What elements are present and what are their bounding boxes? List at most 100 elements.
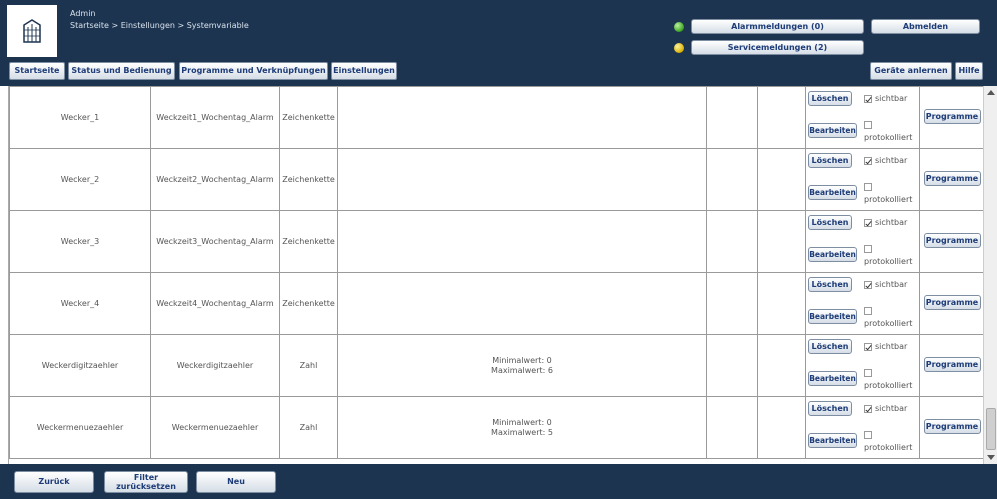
- service-messages-button[interactable]: Servicemeldungen (2): [691, 40, 864, 55]
- empty-cell: [706, 396, 758, 459]
- programs-cell: Programme: [919, 148, 983, 211]
- programs-cell: Programme: [919, 210, 983, 273]
- system-variable-table: Wecker_1 Weckzeit1_Wochentag_Alarm Zeichen…: [9, 86, 983, 459]
- delete-button[interactable]: Löschen: [808, 153, 852, 168]
- logged-label: protokolliert: [864, 195, 913, 204]
- programs-cell: Programme: [919, 396, 983, 459]
- variable-min-value: Minimalwert: 0: [492, 417, 552, 427]
- user-name: Admin: [70, 9, 96, 18]
- variable-name: Weckermenuezaehler: [9, 396, 151, 459]
- programs-cell: Programme: [919, 272, 983, 335]
- variable-type: Zeichenkette: [279, 148, 338, 211]
- logged-checkbox[interactable]: [864, 183, 872, 191]
- empty-cell: [757, 272, 806, 335]
- variable-type: Zeichenkette: [279, 86, 338, 149]
- programs-button[interactable]: Programme: [923, 295, 981, 310]
- delete-button[interactable]: Löschen: [808, 91, 852, 106]
- programs-button[interactable]: Programme: [923, 233, 981, 248]
- edit-button[interactable]: Bearbeiten: [808, 371, 857, 386]
- table-row: Wecker_4 Weckzeit4_Wochentag_Alarm Zeichen…: [9, 272, 983, 335]
- table-row: Weckerdigitzaehler Weckerdigitzaehler Zahl…: [9, 334, 983, 397]
- variable-description: Weckzeit3_Wochentag_Alarm: [150, 210, 280, 273]
- edit-button[interactable]: Bearbeiten: [808, 185, 857, 200]
- delete-button[interactable]: Löschen: [808, 401, 852, 416]
- tab-status[interactable]: Status und Bedienung: [68, 62, 175, 80]
- table-row: Wecker_3 Weckzeit3_Wochentag_Alarm Zeichen…: [9, 210, 983, 273]
- programs-button[interactable]: Programme: [923, 109, 981, 124]
- row-actions: Löschen sichtbar Bearbeiten protokolliert: [805, 86, 920, 149]
- logout-button[interactable]: Abmelden: [871, 19, 980, 34]
- variable-name: Wecker_3: [9, 210, 151, 273]
- empty-cell: [706, 86, 758, 149]
- logged-checkbox[interactable]: [864, 245, 872, 253]
- logged-checkbox[interactable]: [864, 121, 872, 129]
- variable-description: Weckzeit4_Wochentag_Alarm: [150, 272, 280, 335]
- main-navigation: Startseite Status und Bedienung Programm…: [0, 62, 997, 82]
- logged-label: protokolliert: [864, 257, 913, 266]
- tab-help[interactable]: Hilfe: [955, 62, 983, 80]
- edit-button[interactable]: Bearbeiten: [808, 247, 857, 262]
- scrollbar-thumb[interactable]: [986, 408, 996, 450]
- tab-programs[interactable]: Programme und Verknüpfungen: [179, 62, 328, 80]
- variable-max-value: Maximalwert: 6: [491, 365, 553, 375]
- delete-button[interactable]: Löschen: [808, 277, 852, 292]
- logged-label: protokolliert: [864, 443, 913, 452]
- variable-name: Wecker_4: [9, 272, 151, 335]
- delete-button[interactable]: Löschen: [808, 215, 852, 230]
- edit-button[interactable]: Bearbeiten: [808, 433, 857, 448]
- row-actions: Löschen sichtbar Bearbeiten protokolliert: [805, 334, 920, 397]
- variable-table-container: Wecker_1 Weckzeit1_Wochentag_Alarm Zeichen…: [8, 86, 983, 464]
- service-status-led-icon: [674, 43, 684, 53]
- visible-checkbox[interactable]: [864, 95, 872, 103]
- logged-label: protokolliert: [864, 319, 913, 328]
- back-button[interactable]: Zurück: [14, 471, 94, 493]
- variable-description: Weckzeit2_Wochentag_Alarm: [150, 148, 280, 211]
- empty-cell: [706, 148, 758, 211]
- footer-bar: Zurück Filter zurücksetzen Neu: [0, 464, 997, 499]
- scroll-up-arrow-icon[interactable]: [987, 90, 995, 95]
- tab-start[interactable]: Startseite: [9, 62, 65, 80]
- visible-checkbox[interactable]: [864, 219, 872, 227]
- variable-description: Weckzeit1_Wochentag_Alarm: [150, 86, 280, 149]
- row-actions: Löschen sichtbar Bearbeiten protokolliert: [805, 148, 920, 211]
- tab-settings[interactable]: Einstellungen: [331, 62, 397, 80]
- tab-pair-devices[interactable]: Geräte anlernen: [870, 62, 952, 80]
- visible-label: sichtbar: [875, 218, 908, 227]
- variable-values: [337, 210, 707, 273]
- variable-min-value: Minimalwert: 0: [492, 355, 552, 365]
- programs-button[interactable]: Programme: [923, 171, 981, 186]
- programs-cell: Programme: [919, 86, 983, 149]
- logged-checkbox[interactable]: [864, 431, 872, 439]
- visible-checkbox[interactable]: [864, 157, 872, 165]
- visible-label: sichtbar: [875, 94, 908, 103]
- programs-button[interactable]: Programme: [923, 357, 981, 372]
- alarm-status-led-icon: [674, 22, 684, 32]
- logged-checkbox[interactable]: [864, 369, 872, 377]
- breadcrumb: Startseite > Einstellungen > Systemvaria…: [70, 21, 249, 30]
- variable-type: Zahl: [279, 334, 338, 397]
- empty-cell: [706, 210, 758, 273]
- reset-filter-button[interactable]: Filter zurücksetzen: [104, 471, 188, 493]
- programs-button[interactable]: Programme: [923, 419, 981, 434]
- edit-button[interactable]: Bearbeiten: [808, 123, 857, 138]
- scroll-down-arrow-icon[interactable]: [987, 455, 995, 460]
- visible-checkbox[interactable]: [864, 405, 872, 413]
- empty-cell: [757, 86, 806, 149]
- edit-button[interactable]: Bearbeiten: [808, 309, 857, 324]
- variable-values: [337, 86, 707, 149]
- table-row: Wecker_1 Weckzeit1_Wochentag_Alarm Zeichen…: [9, 86, 983, 149]
- house-icon: [23, 19, 41, 43]
- alarm-messages-button[interactable]: Alarmmeldungen (0): [691, 19, 864, 34]
- visible-checkbox[interactable]: [864, 343, 872, 351]
- delete-button[interactable]: Löschen: [808, 339, 852, 354]
- table-scrollbar[interactable]: [983, 86, 997, 464]
- reset-filter-label-line1: Filter: [133, 473, 159, 482]
- variable-values: [337, 148, 707, 211]
- new-variable-button[interactable]: Neu: [196, 471, 276, 493]
- logged-checkbox[interactable]: [864, 307, 872, 315]
- header-bar: Admin Startseite > Einstellungen > Syste…: [0, 0, 997, 86]
- variable-description: Weckermenuezaehler: [150, 396, 280, 459]
- visible-checkbox[interactable]: [864, 281, 872, 289]
- empty-cell: [757, 210, 806, 273]
- logged-label: protokolliert: [864, 381, 913, 390]
